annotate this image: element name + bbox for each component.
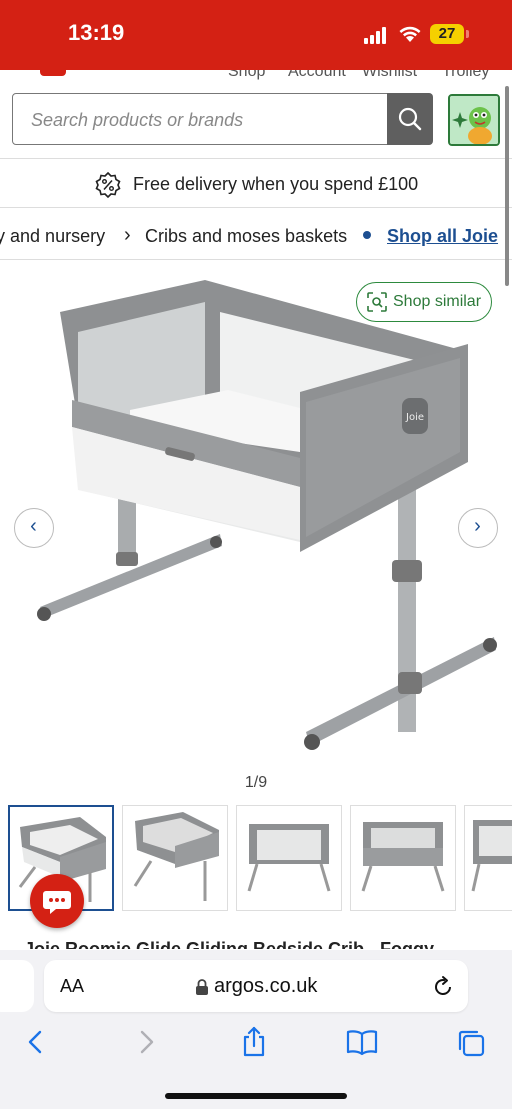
battery-icon: 27 — [430, 24, 464, 44]
brand-badge-text: Joie — [405, 412, 424, 423]
thumbnail-3[interactable] — [236, 805, 342, 911]
thumbnail-image — [471, 820, 512, 892]
top-nav: Shop Account Wishlist Trolley — [0, 70, 512, 84]
search-button[interactable] — [387, 93, 433, 145]
thumbnail-image — [361, 822, 445, 892]
shop-similar-label: Shop similar — [393, 293, 482, 310]
delivery-text: Free delivery when you spend £100 — [133, 174, 419, 194]
home-indicator — [165, 1093, 347, 1099]
lock-icon — [196, 979, 208, 995]
share-icon[interactable] — [240, 1026, 268, 1058]
thumbnail-2[interactable] — [122, 805, 228, 911]
thumbnail-4[interactable] — [350, 805, 456, 911]
search-icon — [398, 107, 422, 131]
discount-badge-icon — [95, 171, 121, 199]
back-icon[interactable] — [22, 1028, 50, 1056]
search-placeholder: Search products or brands — [31, 110, 244, 130]
crumb-cribs-moses[interactable]: Cribs and moses baskets — [145, 226, 347, 247]
visual-search-icon — [367, 292, 387, 312]
nav-account[interactable]: Account — [288, 70, 346, 81]
shop-similar-button[interactable]: Shop similar — [356, 282, 492, 322]
chat-button[interactable] — [30, 874, 84, 928]
battery-cap — [466, 30, 469, 38]
previous-tab-card[interactable] — [0, 960, 34, 1012]
promo-badge[interactable] — [448, 94, 500, 146]
mascot-icon — [450, 96, 498, 144]
product-page: 13:19 27 Shop Account Wishlist Trolley S… — [0, 0, 512, 1109]
scrollbar[interactable] — [505, 86, 509, 286]
reload-icon[interactable] — [431, 975, 455, 999]
thumbnail-image — [133, 812, 219, 901]
status-time: 13:19 — [68, 20, 125, 45]
tabs-icon[interactable] — [456, 1028, 486, 1058]
gallery-counter: 1/9 — [244, 774, 268, 791]
product-title: Joie Roomie Glide Gliding Bedside Crib -… — [24, 939, 435, 949]
breadcrumb: Baby and nursery › Cribs and moses baske… — [0, 210, 512, 260]
product-gallery[interactable]: Joie — [0, 262, 512, 762]
wifi-icon — [399, 26, 421, 42]
bookmarks-icon[interactable] — [346, 1028, 378, 1056]
battery-level: 27 — [438, 25, 456, 42]
crumb-baby-nursery[interactable]: Baby and nursery — [0, 226, 105, 247]
breadcrumb-dot — [363, 231, 371, 239]
shop-all-joie-link[interactable]: Shop all Joie — [387, 226, 498, 247]
gallery-next-button[interactable]: › — [458, 508, 498, 548]
chevron-right-icon: › — [474, 515, 481, 537]
chat-icon — [43, 891, 71, 914]
thumbnail-5[interactable] — [464, 805, 512, 911]
forward-icon[interactable] — [132, 1028, 160, 1056]
search-input[interactable]: Search products or brands — [12, 93, 432, 145]
status-bar: 13:19 27 — [0, 0, 512, 70]
gallery-prev-button[interactable]: ‹ — [14, 508, 54, 548]
chevron-left-icon: ‹ — [30, 515, 37, 537]
chevron-right-icon: › — [124, 224, 131, 246]
url-text: argos.co.uk — [214, 975, 318, 997]
product-image: Joie — [37, 280, 497, 750]
thumbnail-image — [247, 824, 331, 892]
argos-logo[interactable] — [40, 70, 66, 76]
nav-wishlist[interactable]: Wishlist — [362, 70, 417, 81]
nav-shop[interactable]: Shop — [228, 70, 265, 81]
cellular-signal-icon — [364, 26, 390, 44]
delivery-banner: Free delivery when you spend £100 — [0, 158, 512, 208]
nav-trolley[interactable]: Trolley — [442, 70, 489, 81]
page-settings-button[interactable]: AA — [60, 976, 84, 997]
